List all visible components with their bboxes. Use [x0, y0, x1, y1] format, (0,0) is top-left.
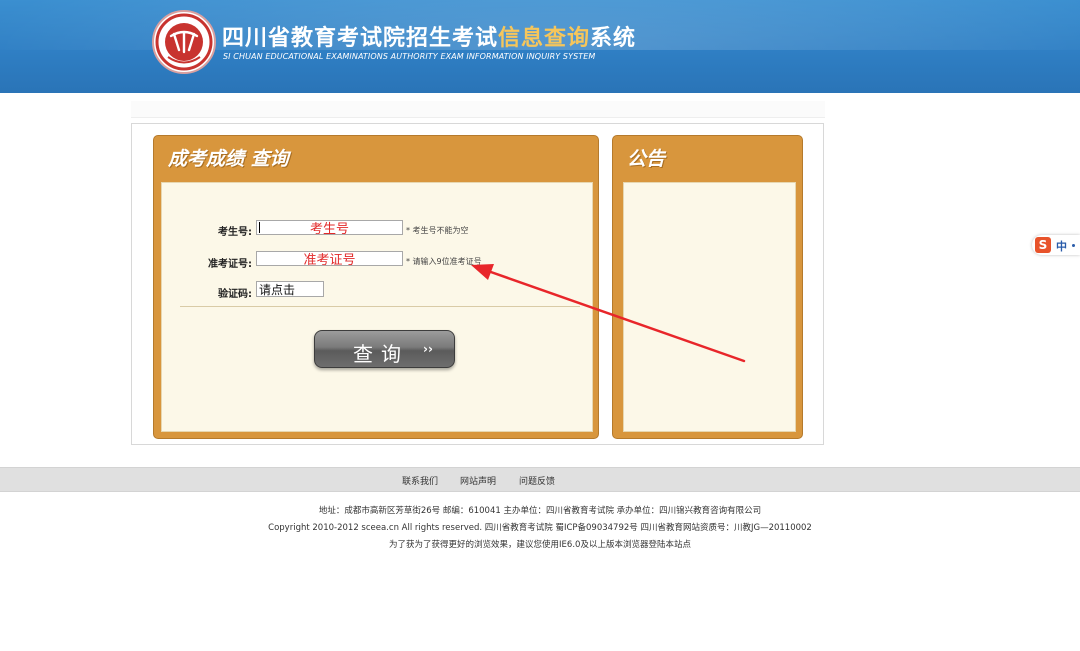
sogou-ime-icon: S: [1035, 237, 1051, 253]
ime-dot-icon: [1072, 244, 1075, 247]
seal-logo-icon[interactable]: [152, 10, 216, 74]
footer-copyright: Copyright 2010-2012 sceea.cn All rights …: [268, 523, 812, 533]
footer-link-contact[interactable]: 联系我们: [402, 474, 438, 487]
captcha-label: 验证码:: [218, 289, 252, 300]
footer-address: 地址：成都市高新区芳草街26号 邮编：610041 主办单位：四川省教育考试院 …: [318, 506, 762, 516]
query-button[interactable]: 查询 ››: [314, 330, 455, 368]
ticket-number-label: 准考证号:: [208, 259, 252, 270]
exam-number-hint: * 考生号不能为空: [406, 226, 469, 235]
top-strip: [131, 101, 825, 118]
captcha-input[interactable]: [256, 281, 324, 297]
notice-panel: 公告: [612, 135, 803, 439]
score-query-panel: 成考成绩 查询 考生号: * 考生号不能为空 准考证号: * 请输入9位准考证号…: [153, 135, 599, 439]
exam-number-input[interactable]: [256, 220, 403, 235]
query-button-label: 查询: [353, 342, 409, 366]
site-title-part2: 系统: [590, 26, 637, 51]
notice-content: [623, 182, 796, 432]
site-subtitle: SI CHUAN EDUCATIONAL EXAMINATIONS AUTHOR…: [223, 52, 596, 61]
ime-mode-label: 中: [1056, 240, 1067, 253]
query-form: 考生号: * 考生号不能为空 准考证号: * 请输入9位准考证号 验证码: 查询…: [161, 182, 593, 432]
footer-link-statement[interactable]: 网站声明: [460, 474, 496, 487]
footer-browser-note: 为了获为了获得更好的浏览效果，建议您使用IE6.0及以上版本浏览器登陆本站点: [389, 540, 691, 550]
exam-number-label: 考生号:: [218, 227, 252, 238]
ime-toolbar[interactable]: S 中: [1032, 235, 1080, 255]
double-chevron-right-icon: ››: [423, 342, 433, 356]
site-title: 四川省教育考试院招生考试信息查询系统: [222, 20, 636, 52]
notice-panel-title: 公告: [627, 148, 666, 170]
footer-link-feedback[interactable]: 问题反馈: [519, 474, 555, 487]
site-title-highlight: 信息查询: [498, 26, 591, 51]
ticket-number-input[interactable]: [256, 251, 403, 266]
footer-nav: 联系我们 网站声明 问题反馈: [0, 467, 1080, 492]
site-header: 四川省教育考试院招生考试信息查询系统 SI CHUAN EDUCATIONAL …: [0, 0, 1080, 93]
ticket-number-hint: * 请输入9位准考证号: [406, 257, 482, 266]
site-title-part1: 四川省教育考试院招生考试: [222, 26, 499, 51]
seal-logo-graphic: [155, 13, 213, 71]
query-panel-title: 成考成绩 查询: [168, 148, 289, 170]
form-divider: [180, 306, 580, 307]
text-cursor: [259, 222, 260, 233]
